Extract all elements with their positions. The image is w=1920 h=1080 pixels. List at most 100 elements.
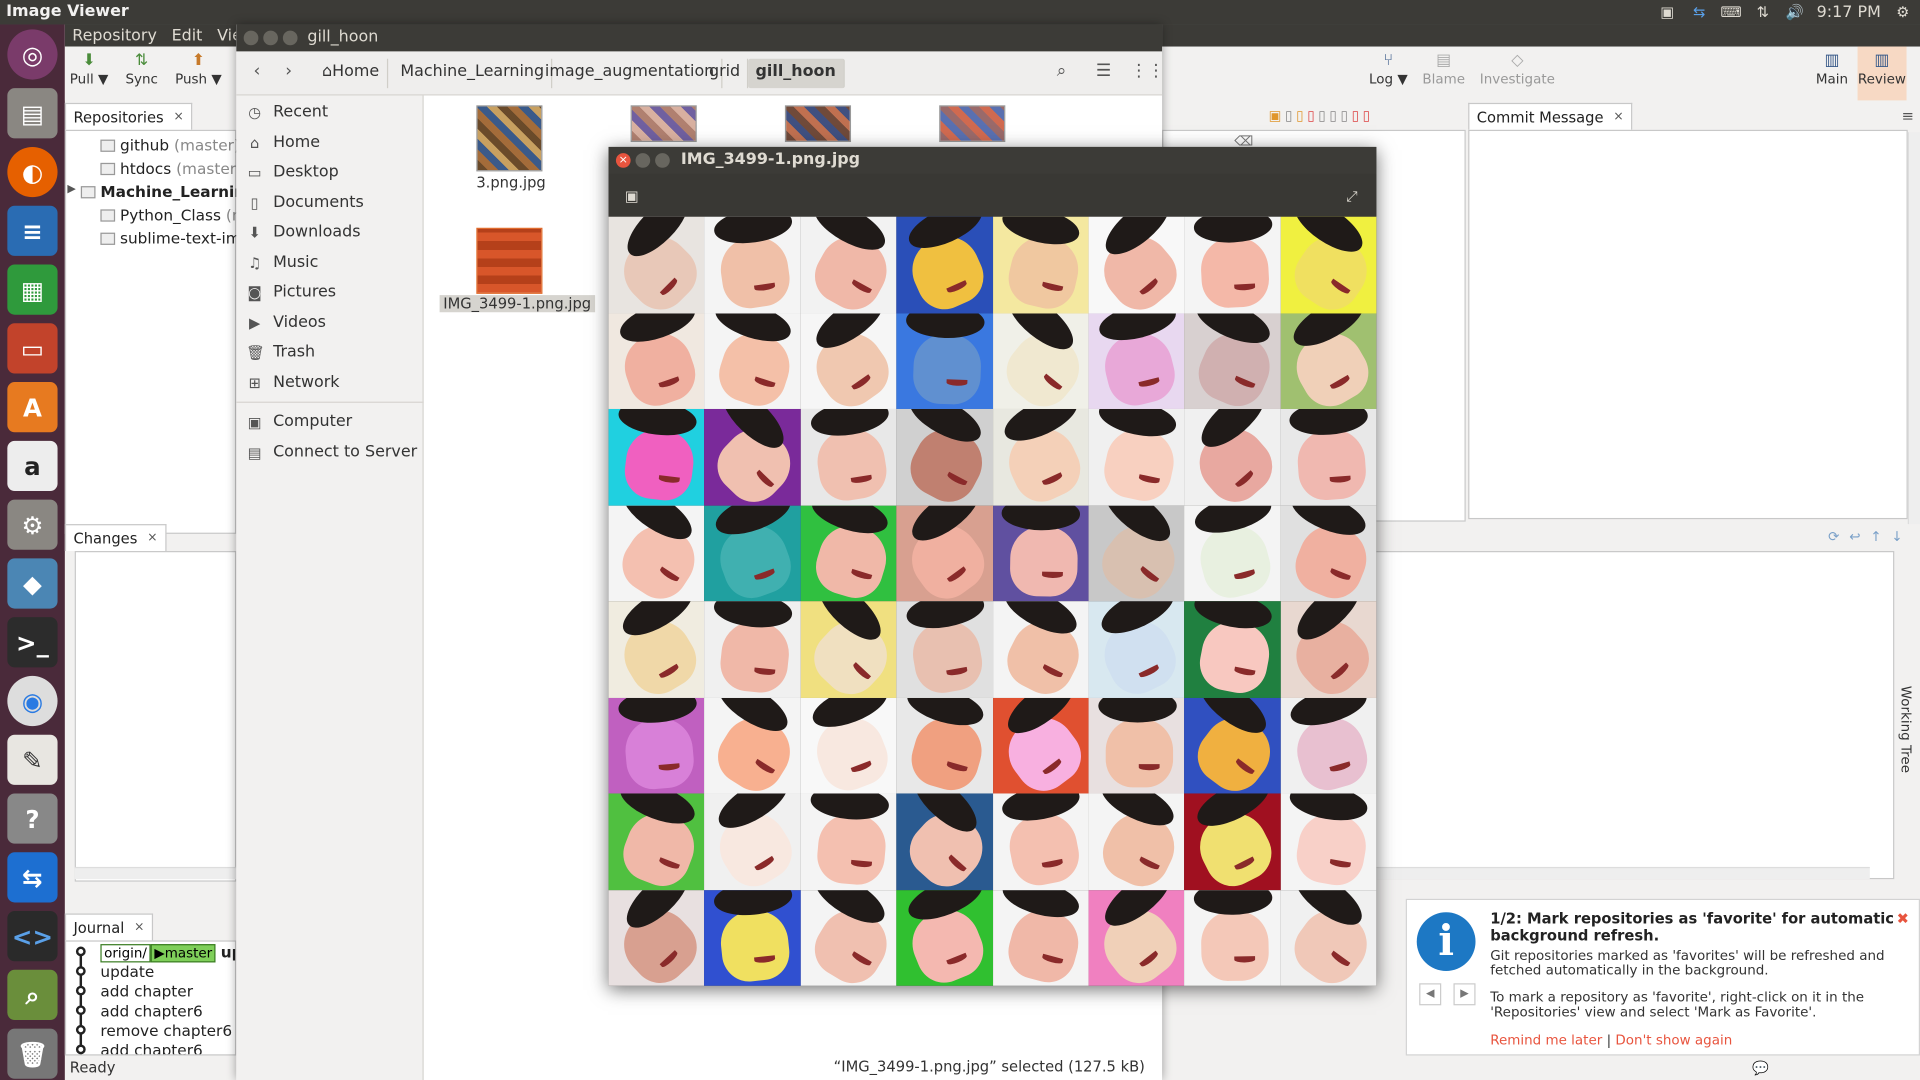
blame-button[interactable]: ▤ Blame bbox=[1422, 47, 1465, 101]
sidebar-item-connect-server[interactable]: ▤ Connect to Server bbox=[246, 443, 417, 461]
clock[interactable]: 9:17 PM bbox=[1817, 3, 1881, 21]
maximize-window-icon[interactable] bbox=[282, 30, 298, 46]
repo-item[interactable]: github (master) bbox=[100, 136, 240, 154]
tab-changes[interactable]: Changes × bbox=[64, 524, 167, 552]
remote-branch-tag[interactable]: origin/ bbox=[100, 944, 151, 963]
amazon-icon[interactable]: a bbox=[7, 440, 58, 492]
tab-repositories[interactable]: Repositories × bbox=[64, 102, 193, 130]
search-icon[interactable]: ⌕ bbox=[1057, 61, 1067, 81]
sidebar-item-computer[interactable]: ▣ Computer bbox=[246, 413, 352, 431]
minimize-window-icon[interactable] bbox=[635, 153, 651, 168]
breadcrumb-image-augmentation[interactable]: image_augmentation bbox=[538, 58, 723, 89]
calc-icon[interactable]: ▦ bbox=[7, 264, 58, 315]
journal-row[interactable]: add chapter bbox=[100, 982, 193, 1000]
sync-button[interactable]: ⇅ Sync bbox=[125, 47, 157, 101]
fullscreen-icon[interactable]: ⤢ bbox=[1340, 184, 1364, 208]
repo-item[interactable]: htdocs (master) bbox=[100, 159, 242, 178]
close-icon[interactable]: × bbox=[134, 921, 144, 934]
file-thumbnail[interactable] bbox=[784, 105, 852, 143]
sidebar-item-recent[interactable]: ◷ Recent bbox=[246, 103, 328, 121]
image-canvas[interactable] bbox=[608, 216, 1377, 986]
feedback-icon[interactable]: 💬 bbox=[1752, 1060, 1769, 1076]
close-icon[interactable]: × bbox=[1613, 110, 1623, 123]
journal-row[interactable]: add chapter6 bbox=[100, 1041, 202, 1054]
ubuntu-logo-icon[interactable]: ◎ bbox=[7, 29, 58, 80]
sidebar-item-network[interactable]: ⊞ Network bbox=[246, 373, 340, 391]
sidebar-item-downloads[interactable]: ⬇ Downloads bbox=[246, 223, 361, 241]
close-icon[interactable]: ✖ bbox=[1897, 910, 1909, 927]
impress-icon[interactable]: ▭ bbox=[7, 323, 58, 374]
tab-commit-message[interactable]: Commit Message × bbox=[1468, 102, 1633, 130]
breadcrumb-gill-hoon[interactable]: gill_hoon bbox=[748, 58, 845, 89]
close-icon[interactable]: × bbox=[173, 110, 183, 123]
trash-icon[interactable]: 🗑 bbox=[7, 1028, 58, 1079]
file-filter-icon[interactable]: ▯ bbox=[1363, 108, 1370, 124]
file-thumbnail[interactable] bbox=[476, 227, 543, 294]
python-icon[interactable]: ◆ bbox=[7, 558, 58, 609]
volume-icon[interactable]: 🔊 bbox=[1785, 4, 1805, 21]
sidebar-item-music[interactable]: ♫ Music bbox=[246, 253, 318, 271]
list-view-icon[interactable]: ☰ bbox=[1096, 61, 1111, 81]
working-tree-label[interactable]: Working Tree bbox=[1898, 686, 1914, 773]
file-thumbnail[interactable] bbox=[939, 105, 1006, 143]
expand-arrow-icon[interactable]: ▶ bbox=[67, 184, 75, 196]
files-icon[interactable]: ▤ bbox=[7, 88, 58, 139]
journal-row[interactable]: add chapter6 bbox=[100, 1002, 202, 1020]
remind-later-link[interactable]: Remind me later bbox=[1490, 1032, 1602, 1048]
journal-row[interactable]: remove chapter6 bbox=[100, 1021, 232, 1039]
teamviewer-icon[interactable]: ⇆ bbox=[7, 852, 58, 903]
file-filter-icon[interactable]: ▯ bbox=[1352, 108, 1359, 124]
keyboard-icon[interactable]: ⌨ bbox=[1720, 4, 1741, 21]
sidebar-item-home[interactable]: ⌂ Home bbox=[246, 133, 320, 151]
image-viewer-icon[interactable]: ⌕ bbox=[7, 969, 58, 1021]
pull-button[interactable]: ⬇ Pull ▼ bbox=[70, 47, 109, 101]
close-icon[interactable]: × bbox=[147, 531, 157, 544]
vertical-scrollbar[interactable] bbox=[1907, 132, 1920, 525]
grid-view-icon[interactable]: ⋮⋮ bbox=[1130, 61, 1164, 81]
settings-icon[interactable]: ⚙ bbox=[7, 499, 58, 550]
menu-edit[interactable]: Edit bbox=[172, 26, 203, 44]
breadcrumb-home[interactable]: ⌂Home bbox=[315, 58, 388, 89]
file-filter-icon[interactable]: ▯ bbox=[1340, 108, 1347, 124]
close-window-icon[interactable]: × bbox=[615, 153, 631, 168]
back-icon[interactable]: ‹ bbox=[253, 61, 260, 81]
minimize-window-icon[interactable] bbox=[263, 30, 278, 46]
local-branch-tag[interactable]: ▶master bbox=[150, 944, 216, 963]
close-window-icon[interactable] bbox=[243, 30, 259, 46]
review-layout-button[interactable]: ▥ Review bbox=[1857, 46, 1906, 101]
previous-icon[interactable]: ◀ bbox=[1419, 983, 1442, 1006]
breadcrumb-grid[interactable]: grid bbox=[702, 58, 749, 89]
software-center-icon[interactable]: A bbox=[7, 382, 58, 433]
terminal-icon[interactable]: >_ bbox=[7, 617, 58, 668]
investigate-button[interactable]: ◇ Investigate bbox=[1480, 47, 1555, 101]
panel-menu-icon[interactable]: ≡ bbox=[1902, 108, 1914, 125]
writer-icon[interactable]: ≡ bbox=[7, 205, 58, 256]
screen-icon[interactable]: ▣ bbox=[1657, 4, 1677, 21]
chrome-icon[interactable]: ◉ bbox=[7, 675, 58, 727]
file-filter-icon[interactable]: ▣ bbox=[1269, 108, 1282, 124]
arrow-up-icon[interactable]: ↑ bbox=[1870, 529, 1881, 545]
commit-message-panel[interactable] bbox=[1468, 129, 1908, 520]
menu-repository[interactable]: Repository bbox=[72, 26, 157, 44]
code-icon[interactable]: <> bbox=[7, 911, 58, 962]
dont-show-again-link[interactable]: Don't show again bbox=[1615, 1032, 1732, 1048]
file-filter-icon[interactable]: ▯ bbox=[1285, 108, 1292, 124]
sidebar-item-videos[interactable]: ▶ Videos bbox=[246, 313, 326, 331]
gear-icon[interactable]: ⚙ bbox=[1893, 4, 1913, 21]
file-thumbnail[interactable] bbox=[630, 105, 697, 143]
teamviewer-tray-icon[interactable]: ⇆ bbox=[1689, 4, 1709, 21]
sidebar-item-desktop[interactable]: ▭ Desktop bbox=[246, 163, 339, 181]
log-button[interactable]: ⑂ Log ▼ bbox=[1369, 47, 1408, 101]
breadcrumb-machine-learning[interactable]: Machine_Learning bbox=[393, 58, 553, 89]
journal-head-row[interactable]: origin/▶master upd bbox=[100, 943, 235, 963]
refresh-icon[interactable]: ⟳ bbox=[1828, 529, 1839, 545]
firefox-icon[interactable]: ◐ bbox=[7, 146, 58, 198]
file-thumbnail[interactable] bbox=[476, 105, 543, 172]
sidebar-item-trash[interactable]: 🗑 Trash bbox=[246, 343, 315, 361]
forward-icon[interactable]: › bbox=[285, 61, 292, 81]
maximize-window-icon[interactable] bbox=[655, 153, 670, 168]
gallery-toggle-icon[interactable]: ▣ bbox=[620, 184, 644, 208]
file-label[interactable]: 3.png.jpg bbox=[476, 174, 545, 191]
journal-row[interactable]: update bbox=[100, 962, 154, 980]
file-filter-icon[interactable]: ▯ bbox=[1329, 108, 1336, 124]
